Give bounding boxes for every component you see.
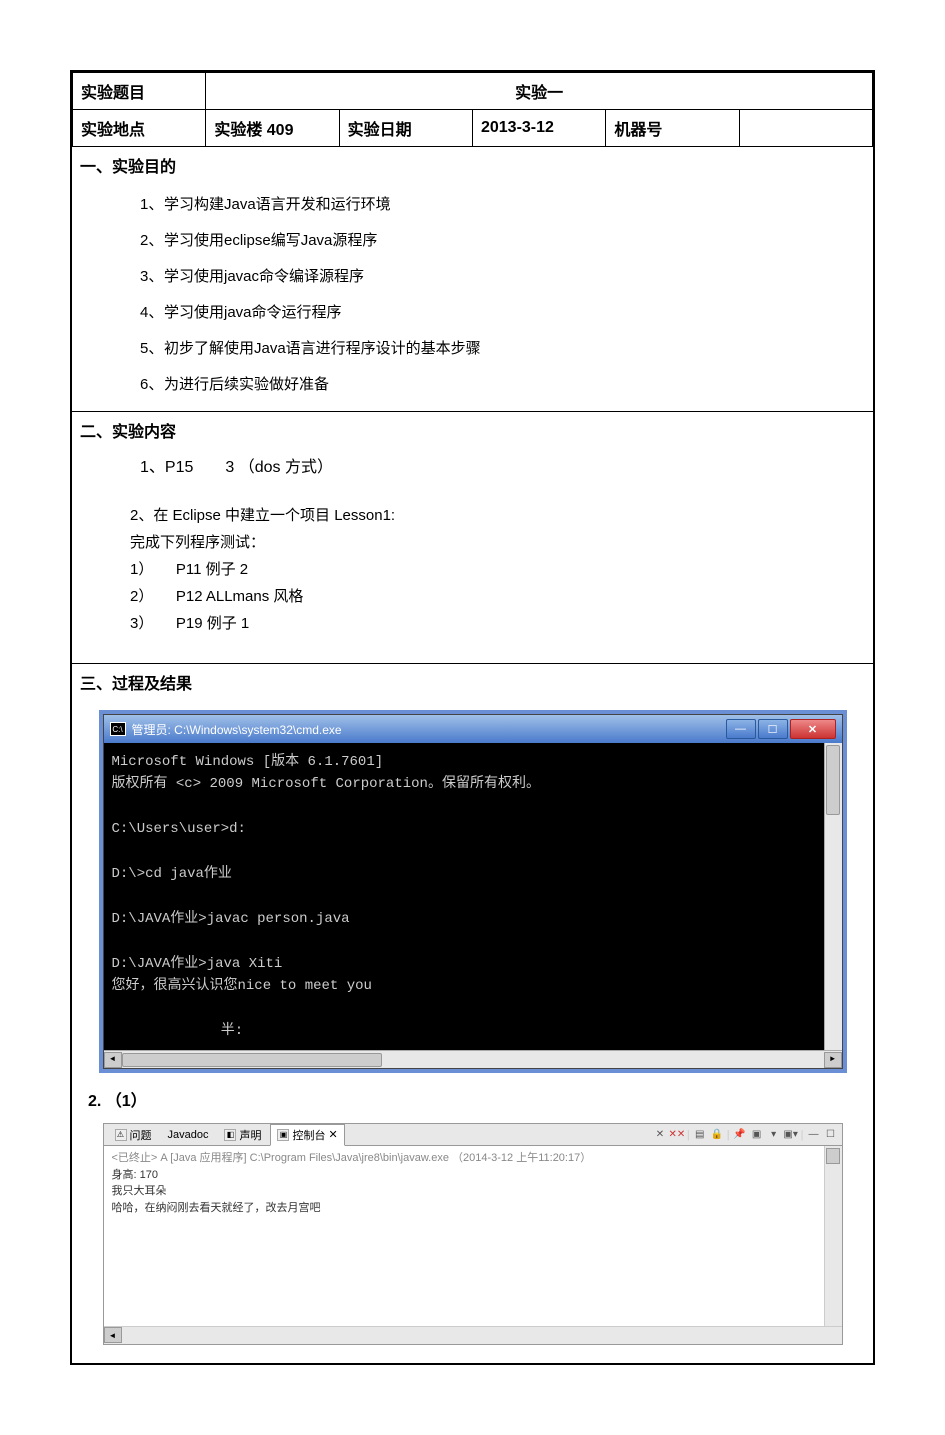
remove-all-icon[interactable]: ✕✕ [670,1128,684,1142]
section3-content: C:\ 管理员: C:\Windows\system32\cmd.exe — ☐… [72,700,873,1363]
objective-item: 6、为进行后续实验做好准备 [140,367,865,403]
open-console-icon[interactable]: ▣▾ [784,1128,798,1142]
tab-problems[interactable]: ⚠问题 [108,1124,159,1146]
location-label: 实验地点 [73,110,206,147]
pin-console-icon[interactable]: 📌 [733,1128,747,1142]
content-item-2a: 2、在 Eclipse 中建立一个项目 Lesson1: [80,502,865,529]
eclipse-vertical-scrollbar[interactable] [824,1146,842,1326]
date-label: 实验日期 [339,110,472,147]
scrollbar-thumb[interactable] [826,745,840,815]
display-console-icon[interactable]: ▣ [750,1128,764,1142]
content-item-2b: 完成下列程序测试： [80,529,865,556]
eclipse-tab-bar: ⚠问题 Javadoc ◧声明 ▣控制台 ✕ ✕ ✕✕ | ▤ 🔒 | 📌 ▣ … [104,1124,842,1146]
eclipse-console-window: ⚠问题 Javadoc ◧声明 ▣控制台 ✕ ✕ ✕✕ | ▤ 🔒 | 📌 ▣ … [103,1123,843,1345]
minimize-button[interactable]: — [726,719,756,739]
objective-item: 2、学习使用eclipse编写Java源程序 [140,223,865,259]
tab-javadoc[interactable]: Javadoc [161,1126,216,1144]
section2-heading: 二、实验内容 [72,412,873,448]
problems-icon: ⚠ [115,1129,127,1141]
location-value: 实验楼 409 [206,110,339,147]
objective-item: 1、学习构建Java语言开发和运行环境 [140,187,865,223]
eclipse-toolbar: ✕ ✕✕ | ▤ 🔒 | 📌 ▣ ▾ ▣▾ | — ☐ [653,1128,838,1142]
eclipse-scroll-left[interactable]: ◄ [104,1327,122,1343]
maximize-view-icon[interactable]: ☐ [824,1128,838,1142]
eclipse-horizontal-scrollbar[interactable]: ◄ [104,1326,842,1344]
content-sub-1: 1） P11 例子 2 [80,556,865,583]
header-table: 实验题目 实验一 实验地点 实验楼 409 实验日期 2013-3-12 机器号 [72,72,873,147]
cmd-horizontal-scrollbar[interactable]: ◄ ► [104,1050,842,1068]
scroll-right-button[interactable]: ► [824,1052,842,1068]
remove-launch-icon[interactable]: ✕ [653,1128,667,1142]
content-sub-2: 2） P12 ALLmans 风格 [80,583,865,610]
cmd-icon: C:\ [110,722,126,736]
objective-item: 5、初步了解使用Java语言进行程序设计的基本步骤 [140,331,865,367]
tab-close-icon[interactable]: ✕ [328,1128,337,1141]
declaration-icon: ◧ [224,1129,236,1141]
title-value: 实验一 [206,73,873,110]
cmd-titlebar[interactable]: C:\ 管理员: C:\Windows\system32\cmd.exe — ☐… [104,715,842,743]
machine-value [739,110,872,147]
console-status: <已终止> A [Java 应用程序] C:\Program Files\Jav… [112,1150,816,1167]
result-item-2-label: 2. （1） [80,1079,865,1119]
section1-content: 1、学习构建Java语言开发和运行环境 2、学习使用eclipse编写Java源… [72,183,873,411]
cmd-output[interactable]: Microsoft Windows [版本 6.1.7601] 版权所有 <c>… [104,743,824,1050]
clear-console-icon[interactable]: ▤ [693,1128,707,1142]
section3-heading: 三、过程及结果 [72,664,873,700]
cmd-vertical-scrollbar[interactable] [824,743,842,1050]
close-button[interactable]: ✕ [790,719,836,739]
minimize-view-icon[interactable]: — [807,1128,821,1142]
date-value: 2013-3-12 [472,110,605,147]
title-label: 实验题目 [73,73,206,110]
console-line: 哈哈，在纳闷刚去看天就经了，改去月宫吧 [112,1200,816,1217]
eclipse-console-output[interactable]: <已终止> A [Java 应用程序] C:\Program Files\Jav… [104,1146,824,1326]
maximize-button[interactable]: ☐ [758,719,788,739]
content-item-1: 1、P15 3 （dos 方式） [80,452,865,484]
dropdown-icon[interactable]: ▾ [767,1128,781,1142]
eclipse-vscroll-up[interactable] [826,1148,840,1164]
section1-heading: 一、实验目的 [72,147,873,183]
console-line: 身高: 170 [112,1167,816,1184]
content-sub-3: 3） P19 例子 1 [80,610,865,637]
lab-report-document: 实验题目 实验一 实验地点 实验楼 409 实验日期 2013-3-12 机器号… [70,70,875,1365]
cmd-window: C:\ 管理员: C:\Windows\system32\cmd.exe — ☐… [103,714,843,1069]
machine-label: 机器号 [606,110,739,147]
tab-console[interactable]: ▣控制台 ✕ [270,1124,344,1146]
hscroll-thumb[interactable] [122,1053,382,1067]
console-line: 我只大耳朵 [112,1183,816,1200]
scroll-lock-icon[interactable]: 🔒 [710,1128,724,1142]
section2-content: 1、P15 3 （dos 方式） 2、在 Eclipse 中建立一个项目 Les… [72,448,873,663]
console-icon: ▣ [277,1129,289,1141]
tab-declaration[interactable]: ◧声明 [217,1124,268,1146]
objective-item: 4、学习使用java命令运行程序 [140,295,865,331]
objective-item: 3、学习使用javac命令编译源程序 [140,259,865,295]
cmd-title-text: 管理员: C:\Windows\system32\cmd.exe [132,721,726,738]
scroll-left-button[interactable]: ◄ [104,1052,122,1068]
